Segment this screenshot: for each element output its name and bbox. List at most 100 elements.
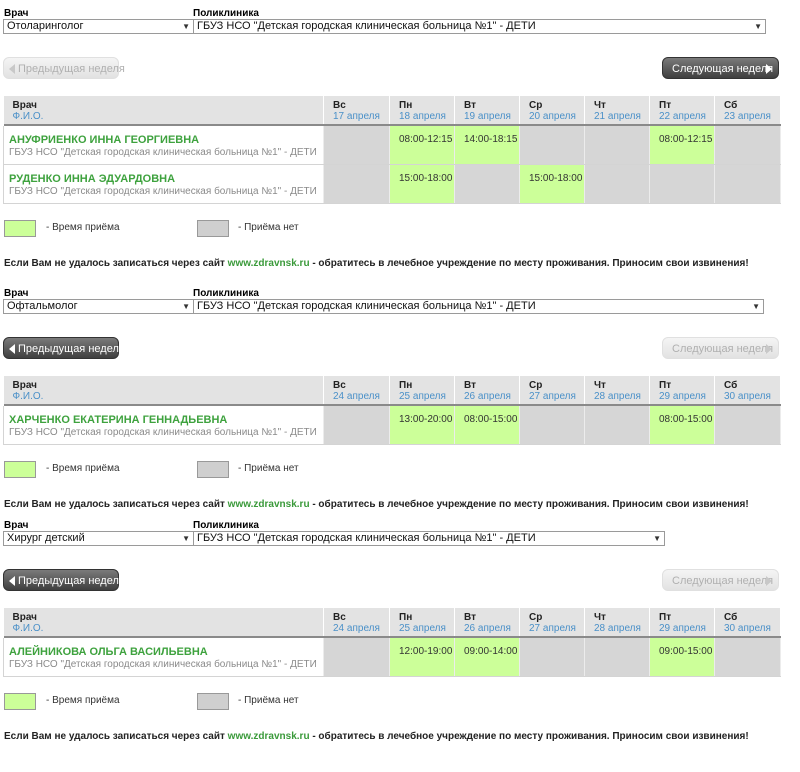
day-of-week: Вс [333, 612, 346, 623]
notice-text: Если Вам не удалось записаться через сай… [4, 258, 228, 269]
reception-slot-cell[interactable]: 08:00-15:00 [649, 406, 715, 445]
reception-slot-cell[interactable]: 09:00-15:00 [649, 638, 715, 677]
doctor-cell: ХАРЧЕНКО ЕКАТЕРИНА ГЕННАДЬЕВНА ГБУЗ НСО "… [3, 406, 324, 445]
no-reception-cell [584, 164, 650, 204]
day-date-link[interactable]: 21 апреля [585, 111, 649, 122]
day-of-week: Пт [659, 100, 672, 111]
day-column-header: Пн 25 апреля [389, 608, 455, 636]
day-of-week: Вт [464, 612, 476, 623]
specialty-value: Офтальмолог [7, 300, 78, 312]
prev-week-button[interactable]: Предыдущая неделя [3, 337, 125, 359]
reception-slot-cell[interactable]: 08:00-12:15 [649, 126, 715, 165]
dropdown-arrow-icon: ▼ [182, 302, 190, 311]
day-date-link[interactable]: 23 апреля [715, 111, 780, 122]
clinic-select[interactable]: ГБУЗ НСО "Детская городская клиническая … [193, 299, 764, 314]
day-date-link[interactable]: 17 апреля [324, 111, 389, 122]
no-reception-cell [519, 638, 585, 677]
reception-slot-cell[interactable]: 08:00-12:15 [389, 126, 455, 165]
reception-slot-cell[interactable]: 12:00-19:00 [389, 638, 455, 677]
prev-week-label: Предыдущая неделя [18, 63, 125, 75]
doctor-organization: ГБУЗ НСО "Детская городская клиническая … [9, 147, 317, 158]
reception-slot-cell[interactable]: 09:00-14:00 [454, 638, 520, 677]
column-subtitle: Ф.И.О. [12, 623, 44, 634]
specialty-select[interactable]: Офтальмолог ▼ [3, 299, 194, 314]
day-column-header: Пн 18 апреля [389, 96, 455, 124]
column-subtitle: Ф.И.О. [12, 111, 44, 122]
day-date-link[interactable]: 27 апреля [520, 623, 584, 634]
site-link[interactable]: www.zdravnsk.ru [228, 499, 310, 510]
day-of-week: Чт [594, 380, 606, 391]
clinic-value: ГБУЗ НСО "Детская городская клиническая … [197, 532, 536, 544]
day-date-link[interactable]: 25 апреля [390, 623, 454, 634]
column-title: Врач [12, 612, 37, 623]
day-date-link[interactable]: 26 апреля [455, 391, 519, 402]
prev-week-button[interactable]: Предыдущая неделя [3, 57, 125, 79]
day-date-link[interactable]: 27 апреля [520, 391, 584, 402]
legend-no-reception-swatch [197, 220, 229, 237]
day-date-link[interactable]: 18 апреля [390, 111, 454, 122]
dropdown-arrow-icon: ▼ [752, 302, 760, 311]
clinic-select[interactable]: ГБУЗ НСО "Детская городская клиническая … [193, 19, 766, 34]
next-week-label: Следующая неделя [672, 575, 774, 587]
day-date-link[interactable]: 30 апреля [715, 623, 780, 634]
day-date-link[interactable]: 26 апреля [455, 623, 519, 634]
doctor-organization: ГБУЗ НСО "Детская городская клиническая … [9, 659, 317, 670]
reception-slot-cell[interactable]: 08:00-15:00 [454, 406, 520, 445]
day-date-link[interactable]: 24 апреля [324, 623, 389, 634]
unable-to-book-notice: Если Вам не удалось записаться через сай… [4, 258, 749, 269]
clinic-select[interactable]: ГБУЗ НСО "Детская городская клиническая … [193, 531, 665, 546]
day-of-week: Ср [529, 380, 543, 391]
legend-no-reception-label: - Приёма нет [238, 695, 299, 706]
reception-slot-cell[interactable]: 13:00-20:00 [389, 406, 455, 445]
dropdown-arrow-icon: ▼ [653, 534, 661, 543]
day-of-week: Пн [399, 612, 413, 623]
day-date-link[interactable]: 28 апреля [585, 391, 649, 402]
day-date-link[interactable]: 19 апреля [455, 111, 519, 122]
next-week-button[interactable]: Следующая неделя [662, 337, 779, 359]
doctor-name-link[interactable]: АЛЕЙНИКОВА ОЛЬГА ВАСИЛЬЕВНА [9, 646, 323, 659]
day-column-header: Чт 28 апреля [584, 376, 650, 404]
day-of-week: Вт [464, 100, 476, 111]
doctor-name-link[interactable]: РУДЕНКО ИННА ЭДУАРДОВНА [9, 173, 323, 186]
legend-reception-label: - Время приёма [46, 695, 120, 706]
specialty-select[interactable]: Отоларинголог ▼ [3, 19, 194, 34]
no-reception-cell [714, 406, 781, 445]
day-of-week: Пт [659, 380, 672, 391]
next-week-label: Следующая неделя [672, 343, 774, 355]
no-reception-cell [649, 164, 715, 204]
prev-week-label: Предыдущая неделя [18, 575, 125, 587]
day-date-link[interactable]: 28 апреля [585, 623, 649, 634]
day-column-header: Вт 26 апреля [454, 608, 520, 636]
no-reception-cell [323, 126, 390, 165]
day-date-link[interactable]: 30 апреля [715, 391, 780, 402]
reception-time: 08:00-12:15 [399, 134, 453, 145]
site-link[interactable]: www.zdravnsk.ru [228, 258, 310, 269]
doctor-name-link[interactable]: АНУФРИЕНКО ИННА ГЕОРГИЕВНА [9, 134, 323, 147]
day-date-link[interactable]: 22 апреля [650, 111, 714, 122]
day-date-link[interactable]: 24 апреля [324, 391, 389, 402]
reception-slot-cell[interactable]: 14:00-18:15 [454, 126, 520, 165]
prev-week-button[interactable]: Предыдущая неделя [3, 569, 125, 591]
day-date-link[interactable]: 20 апреля [520, 111, 584, 122]
schedule-table: Врач Ф.И.О. Вс 24 апреля Пн 25 апреля Вт 26 апр… [3, 376, 781, 445]
next-week-button[interactable]: Следующая неделя [662, 57, 779, 79]
schedule-section: Врач Поликлиника Хирург детский ▼ ГБУЗ НСО "… [0, 512, 800, 772]
notice-text: - обратитесь в лечебное учреждение по ме… [309, 731, 749, 742]
day-date-link[interactable]: 29 апреля [650, 391, 714, 402]
no-reception-cell [323, 638, 390, 677]
day-date-link[interactable]: 29 апреля [650, 623, 714, 634]
specialty-select[interactable]: Хирург детский ▼ [3, 531, 194, 546]
reception-time: 09:00-15:00 [659, 646, 713, 657]
site-link[interactable]: www.zdravnsk.ru [228, 731, 310, 742]
reception-slot-cell[interactable]: 15:00-18:00 [519, 164, 585, 204]
no-reception-cell [584, 406, 650, 445]
next-week-button[interactable]: Следующая неделя [662, 569, 779, 591]
arrow-left-icon [9, 576, 15, 586]
day-date-link[interactable]: 25 апреля [390, 391, 454, 402]
doctor-name-link[interactable]: ХАРЧЕНКО ЕКАТЕРИНА ГЕННАДЬЕВНА [9, 414, 323, 427]
reception-slot-cell[interactable]: 15:00-18:00 [389, 164, 455, 204]
reception-time: 08:00-15:00 [464, 414, 518, 425]
day-column-header: Пт 29 апреля [649, 608, 715, 636]
unable-to-book-notice: Если Вам не удалось записаться через сай… [4, 731, 749, 742]
day-column-header: Ср 27 апреля [519, 608, 585, 636]
